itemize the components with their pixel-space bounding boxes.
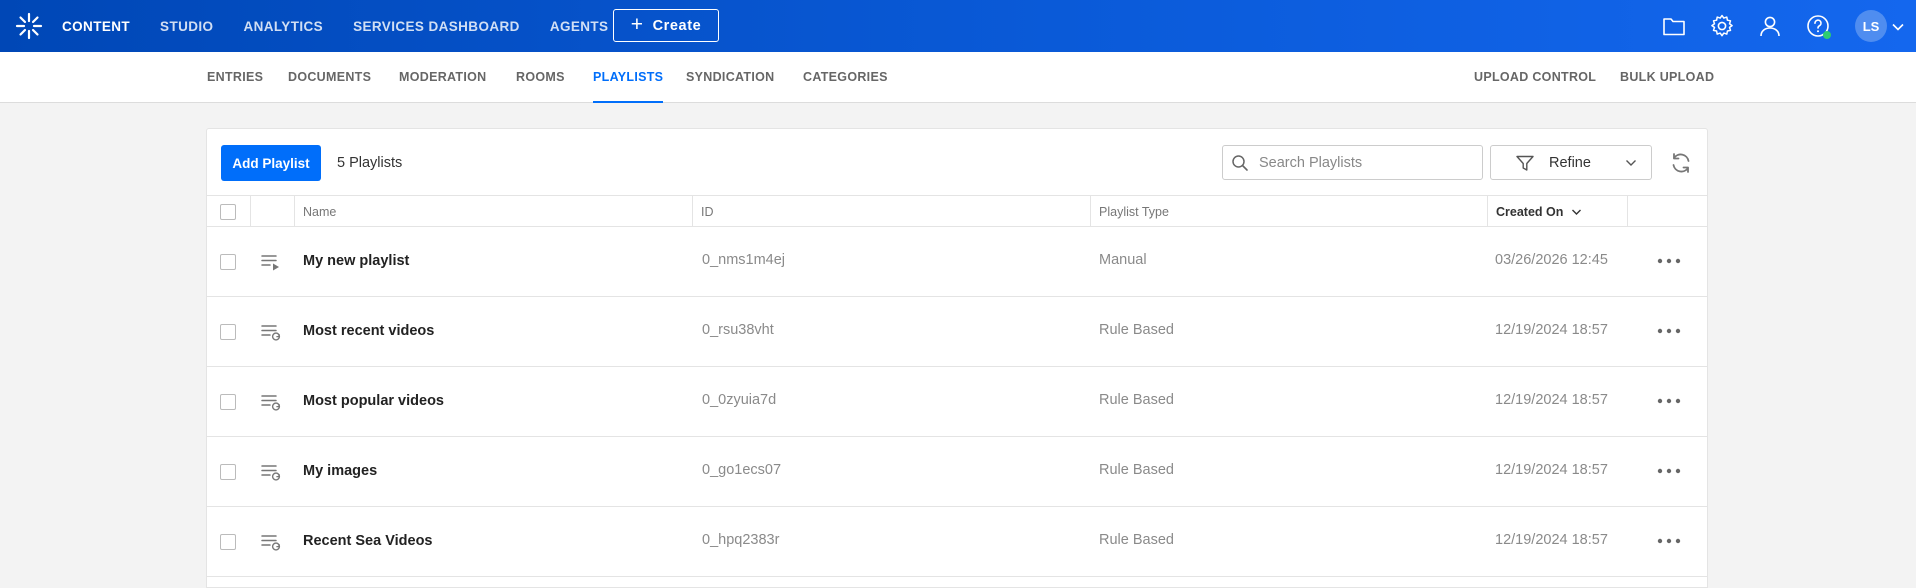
column-header-name[interactable]: Name — [295, 196, 693, 227]
column-header-id[interactable]: ID — [693, 196, 1091, 227]
top-navigation-bar: CONTENT STUDIO ANALYTICS SERVICES DASHBO… — [0, 0, 1916, 52]
playlist-name[interactable]: Recent Sea Videos — [303, 533, 433, 549]
row-checkbox[interactable] — [220, 534, 236, 550]
nav-agents[interactable]: AGENTS — [550, 19, 609, 34]
add-playlist-button[interactable]: Add Playlist — [221, 145, 321, 181]
table-row[interactable]: My images 0_go1ecs07 Rule Based 12/19/20… — [207, 437, 1707, 507]
nav-studio[interactable]: STUDIO — [160, 19, 213, 34]
column-header-created-on[interactable]: Created On — [1488, 196, 1628, 227]
tab-documents[interactable]: DOCUMENTS — [288, 52, 371, 102]
folder-icon[interactable] — [1661, 13, 1687, 39]
sort-descending-icon — [1572, 209, 1582, 215]
more-actions-icon[interactable] — [1655, 251, 1683, 271]
playlist-type: Rule Based — [1099, 532, 1174, 548]
actions-column-header — [1628, 196, 1707, 227]
create-button[interactable]: + Create — [613, 9, 719, 42]
rule-based-playlist-icon — [261, 395, 281, 411]
more-actions-icon[interactable] — [1655, 321, 1683, 341]
row-checkbox[interactable] — [220, 394, 236, 410]
playlist-id: 0_nms1m4ej — [702, 252, 786, 268]
tab-rooms[interactable]: ROOMS — [516, 52, 565, 102]
more-actions-icon[interactable] — [1655, 531, 1683, 551]
created-on: 03/26/2026 12:45 — [1495, 252, 1608, 268]
more-actions-icon[interactable] — [1655, 391, 1683, 411]
row-checkbox[interactable] — [220, 254, 236, 270]
help-icon[interactable] — [1805, 13, 1831, 39]
created-on: 12/19/2024 18:57 — [1495, 532, 1608, 548]
refine-label: Refine — [1549, 155, 1591, 171]
column-header-playlist-type[interactable]: Playlist Type — [1091, 196, 1488, 227]
created-on: 12/19/2024 18:57 — [1495, 392, 1608, 408]
row-checkbox[interactable] — [220, 324, 236, 340]
playlist-name[interactable]: My new playlist — [303, 253, 409, 269]
more-actions-icon[interactable] — [1655, 461, 1683, 481]
nav-services-dashboard[interactable]: SERVICES DASHBOARD — [353, 19, 520, 34]
select-all-cell — [207, 196, 251, 227]
table-row[interactable]: My new playlist 0_nms1m4ej Manual 03/26/… — [207, 227, 1707, 297]
refresh-icon[interactable] — [1669, 151, 1693, 175]
playlist-id: 0_go1ecs07 — [702, 462, 782, 478]
user-icon[interactable] — [1757, 13, 1783, 39]
created-on-label: Created On — [1496, 204, 1564, 219]
created-on: 12/19/2024 18:57 — [1495, 322, 1608, 338]
playlist-id: 0_rsu38vht — [702, 322, 774, 338]
manual-playlist-icon — [261, 255, 279, 271]
content-sub-navigation: ENTRIES DOCUMENTS MODERATION ROOMS PLAYL… — [0, 52, 1916, 103]
chevron-down-icon — [1626, 160, 1636, 166]
icon-column-header — [251, 196, 295, 227]
tab-syndication[interactable]: SYNDICATION — [686, 52, 775, 102]
nav-content[interactable]: CONTENT — [62, 19, 130, 34]
playlist-type: Rule Based — [1099, 322, 1174, 338]
table-row[interactable]: Recent Sea Videos 0_hpq2383r Rule Based … — [207, 507, 1707, 577]
playlist-type: Rule Based — [1099, 462, 1174, 478]
gear-icon[interactable] — [1709, 13, 1735, 39]
rule-based-playlist-icon — [261, 325, 281, 341]
create-label: Create — [652, 17, 702, 34]
bulk-upload-link[interactable]: BULK UPLOAD — [1620, 52, 1714, 102]
filter-icon — [1516, 155, 1534, 171]
rule-based-playlist-icon — [261, 535, 281, 551]
playlists-panel: Add Playlist 5 Playlists Refine Name ID … — [206, 128, 1708, 588]
kaltura-logo-icon[interactable] — [14, 11, 44, 41]
rule-based-playlist-icon — [261, 465, 281, 481]
created-on: 12/19/2024 18:57 — [1495, 462, 1608, 478]
playlist-id: 0_hpq2383r — [702, 532, 780, 548]
table-row[interactable]: Most popular videos 0_0zyuia7d Rule Base… — [207, 367, 1707, 437]
playlist-name[interactable]: Most popular videos — [303, 393, 444, 409]
status-dot-icon — [1823, 31, 1831, 39]
tab-entries[interactable]: ENTRIES — [207, 52, 263, 102]
playlist-type: Rule Based — [1099, 392, 1174, 408]
table-row[interactable]: Most recent videos 0_rsu38vht Rule Based… — [207, 297, 1707, 367]
refine-button[interactable]: Refine — [1490, 145, 1652, 180]
avatar[interactable]: LS — [1855, 10, 1887, 42]
search-input[interactable] — [1259, 146, 1479, 179]
row-checkbox[interactable] — [220, 464, 236, 480]
search-box — [1222, 145, 1483, 180]
tab-moderation[interactable]: MODERATION — [399, 52, 487, 102]
tab-categories[interactable]: CATEGORIES — [803, 52, 888, 102]
playlist-name[interactable]: Most recent videos — [303, 323, 434, 339]
chevron-down-icon[interactable] — [1891, 20, 1905, 34]
playlist-count: 5 Playlists — [337, 155, 403, 171]
nav-analytics[interactable]: ANALYTICS — [243, 19, 323, 34]
select-all-checkbox[interactable] — [220, 203, 236, 220]
search-icon — [1232, 155, 1248, 171]
upload-control-link[interactable]: UPLOAD CONTROL — [1474, 52, 1596, 102]
tab-playlists[interactable]: PLAYLISTS — [593, 52, 664, 103]
playlist-id: 0_0zyuia7d — [702, 392, 777, 408]
plus-icon: + — [630, 13, 644, 36]
playlist-type: Manual — [1099, 252, 1147, 268]
main-nav: CONTENT STUDIO ANALYTICS SERVICES DASHBO… — [62, 0, 638, 52]
playlist-name[interactable]: My images — [303, 463, 377, 479]
table-header: Name ID Playlist Type Created On — [207, 195, 1707, 227]
